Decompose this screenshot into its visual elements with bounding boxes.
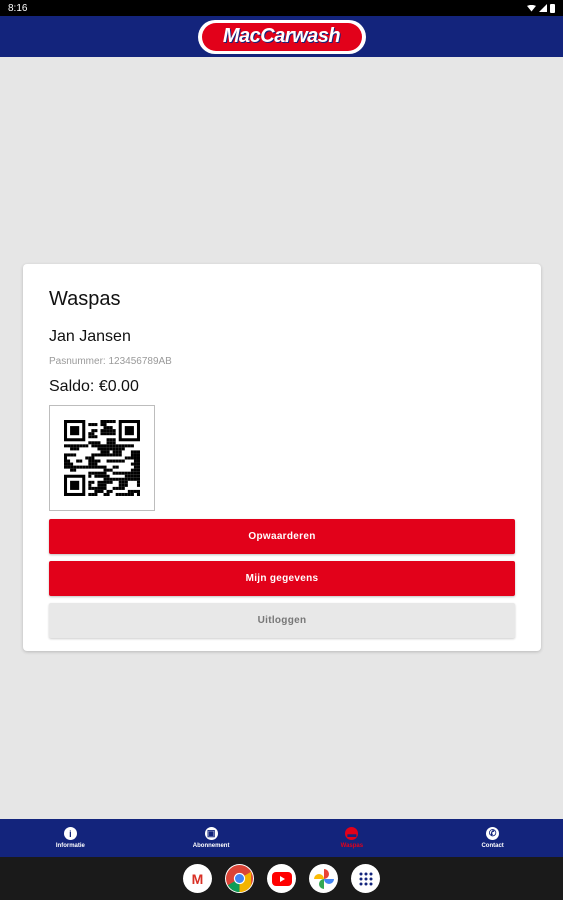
app-drawer-icon[interactable] bbox=[351, 864, 380, 893]
logo-text: MacCarwash bbox=[201, 22, 362, 51]
pass-number: Pasnummer: 123456789AB bbox=[49, 356, 172, 367]
gmail-icon[interactable]: M bbox=[183, 864, 212, 893]
qr-code bbox=[49, 405, 155, 511]
nav-label: Abonnement bbox=[192, 843, 230, 849]
maccarwash-logo: MacCarwash bbox=[197, 19, 366, 54]
youtube-icon[interactable] bbox=[267, 864, 296, 893]
opwaarderen-button[interactable]: Opwaarderen bbox=[49, 519, 515, 554]
qr-code-icon bbox=[64, 420, 140, 496]
customer-name: Jan Jansen bbox=[49, 328, 131, 345]
subscription-icon: ▣ bbox=[204, 827, 218, 840]
android-dock: M bbox=[0, 857, 563, 900]
bottom-navigation: i Informatie ▣ Abonnement ▬ Waspas ✆ Con… bbox=[0, 819, 563, 857]
balance: Saldo: €0.00 bbox=[49, 378, 139, 395]
battery-icon bbox=[550, 3, 555, 13]
status-time: 8:16 bbox=[8, 2, 28, 14]
card-title: Waspas bbox=[49, 288, 121, 310]
phone-icon: ✆ bbox=[486, 827, 500, 840]
mijn-gegevens-button[interactable]: Mijn gegevens bbox=[49, 561, 515, 596]
card-icon: ▬ bbox=[345, 827, 359, 840]
wifi-icon bbox=[527, 4, 536, 12]
nav-informatie[interactable]: i Informatie bbox=[0, 819, 141, 857]
nav-label: Waspas bbox=[340, 843, 364, 849]
nav-label: Contact bbox=[481, 843, 504, 849]
uitloggen-button[interactable]: Uitloggen bbox=[49, 603, 515, 638]
photos-icon[interactable] bbox=[309, 864, 338, 893]
nav-abonnement[interactable]: ▣ Abonnement bbox=[141, 819, 282, 857]
waspas-card: Waspas Jan Jansen Pasnummer: 123456789AB… bbox=[23, 264, 541, 651]
status-icons bbox=[527, 3, 555, 13]
chrome-icon[interactable] bbox=[225, 864, 254, 893]
nav-label: Informatie bbox=[55, 843, 85, 849]
nav-waspas[interactable]: ▬ Waspas bbox=[282, 819, 423, 857]
app-header: MacCarwash bbox=[0, 16, 563, 57]
status-bar: 8:16 bbox=[0, 0, 563, 16]
signal-icon bbox=[539, 4, 547, 12]
nav-contact[interactable]: ✆ Contact bbox=[422, 819, 563, 857]
info-icon: i bbox=[63, 827, 77, 840]
